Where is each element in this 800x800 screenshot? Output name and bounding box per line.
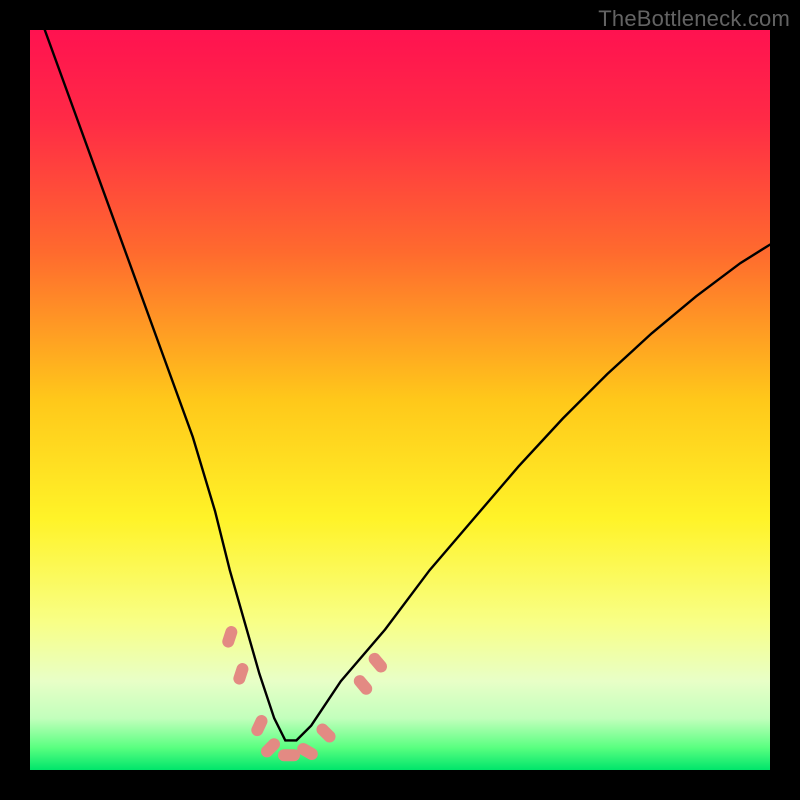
plot-area (30, 30, 770, 770)
curve-marker (278, 749, 300, 761)
chart-background (30, 30, 770, 770)
chart-stage: TheBottleneck.com (0, 0, 800, 800)
watermark-label: TheBottleneck.com (598, 6, 790, 32)
chart-svg (30, 30, 770, 770)
